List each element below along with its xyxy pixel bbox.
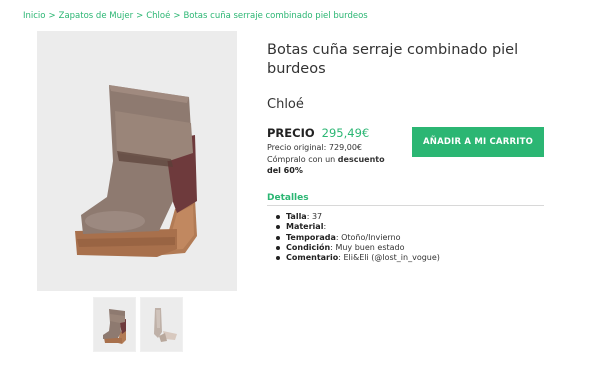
detail-key: Talla [286, 212, 307, 221]
thumbnail-boot-front[interactable] [93, 297, 136, 352]
discount-amount: del 60% [267, 166, 303, 175]
detail-item-condition: Condición: Muy buen estado [276, 243, 440, 253]
price-value: 295,49€ [321, 126, 370, 140]
detail-value: : [323, 222, 327, 232]
discount-text: Cómpralo con un descuento [267, 155, 385, 164]
detail-item-material: Material: [276, 222, 440, 232]
add-to-cart-button[interactable]: AÑADIR A MI CARRITO [412, 127, 544, 157]
details-heading: Detalles [267, 193, 309, 203]
breadcrumb: Inicio > Zapatos de Mujer > Chloé > Botas cuña… [23, 11, 368, 21]
thumbnail-strip [93, 297, 183, 352]
price-label: PRECIO [267, 126, 315, 140]
breadcrumb-separator: > [48, 11, 56, 21]
breadcrumb-home-link[interactable]: Inicio [23, 11, 46, 21]
breadcrumb-current-link[interactable]: Botas cuña serraje combinado piel burdeo… [183, 11, 367, 21]
discount-word: descuento [337, 155, 385, 164]
boot-side-thumbnail-image [141, 298, 182, 351]
detail-item-comment: Comentario: Eli&Eli (@lost_in_vogue) [276, 253, 440, 263]
breadcrumb-separator: > [173, 11, 181, 21]
detail-value: : Otoño/Invierno [335, 232, 401, 242]
boot-front-thumbnail-image [94, 298, 135, 351]
breadcrumb-category-link[interactable]: Zapatos de Mujer [59, 11, 133, 21]
product-main-image[interactable] [37, 31, 237, 291]
details-divider [267, 205, 544, 206]
thumbnail-boot-side[interactable] [140, 297, 183, 352]
detail-key: Temporada [286, 232, 336, 242]
product-title: Botas cuña serraje combinado piel burdeo… [267, 42, 519, 77]
detail-key: Material [286, 222, 324, 232]
detail-item-season: Temporada: Otoño/Invierno [276, 233, 440, 243]
detail-key: Condición [286, 242, 331, 252]
original-price: Precio original: 729,00€ [267, 143, 362, 152]
breadcrumb-separator: > [136, 11, 144, 21]
details-list: Talla: 37 Material: Temporada: Otoño/Inv… [276, 212, 440, 263]
detail-value: : Muy buen estado [330, 242, 405, 252]
discount-prefix: Cómpralo con un [267, 155, 338, 164]
detail-key: Comentario [286, 253, 339, 263]
boot-photo [37, 31, 237, 291]
detail-value: : 37 [306, 212, 323, 221]
price-row: PRECIO 295,49€ [267, 126, 369, 140]
breadcrumb-brand-link[interactable]: Chloé [146, 11, 170, 21]
detail-value: : Eli&Eli (@lost_in_vogue) [338, 253, 440, 263]
detail-item-size: Talla: 37 [276, 212, 440, 222]
product-brand: Chloé [267, 97, 304, 112]
